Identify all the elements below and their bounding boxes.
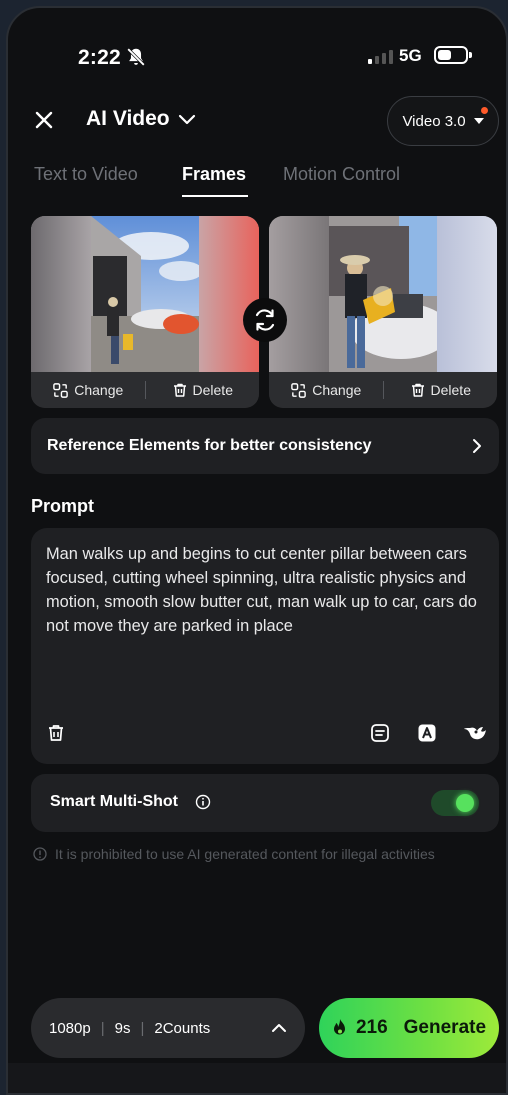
generate-button[interactable]: 216 Generate	[319, 998, 499, 1058]
refresh-icon	[255, 309, 275, 331]
bell-muted-icon	[127, 48, 145, 66]
active-tab-indicator	[182, 195, 248, 197]
model-label: Video 3.0	[402, 112, 466, 130]
notification-dot	[481, 107, 488, 114]
clear-prompt-icon[interactable]	[45, 722, 67, 744]
delete-label: Delete	[430, 382, 471, 398]
separator: |	[140, 1019, 145, 1037]
resolution-value: 1080p	[49, 1019, 91, 1037]
swap-image-icon	[291, 382, 307, 398]
deepseek-icon[interactable]	[462, 720, 488, 744]
start-frame-image	[31, 216, 259, 372]
delete-start-frame-button[interactable]: Delete	[146, 382, 260, 398]
status-bar: 2:22 5G	[8, 8, 506, 104]
smart-multishot-row: Smart Multi-Shot	[31, 774, 499, 832]
smart-multishot-label: Smart Multi-Shot	[50, 793, 178, 810]
chevron-right-icon	[473, 439, 481, 453]
flame-icon	[333, 1019, 345, 1035]
tab-bar: Text to Video Frames Motion Control	[8, 164, 506, 204]
end-frame-actions: Change Delete	[269, 372, 497, 408]
signal-icon	[368, 50, 393, 64]
swap-image-icon	[53, 382, 69, 398]
mode-selector[interactable]: AI Video	[86, 107, 196, 131]
prompt-input[interactable]: Man walks up and begins to cut center pi…	[31, 528, 499, 764]
change-start-frame-button[interactable]: Change	[31, 382, 145, 399]
prompt-heading: Prompt	[31, 496, 94, 516]
home-indicator-area	[8, 1063, 506, 1093]
toggle-knob	[456, 794, 474, 812]
swap-frames-button[interactable]	[243, 298, 287, 342]
separator: |	[100, 1019, 105, 1037]
tab-text-to-video[interactable]: Text to Video	[34, 164, 138, 185]
prompt-text[interactable]: Man walks up and begins to cut center pi…	[46, 542, 479, 638]
smart-multishot-toggle[interactable]	[431, 790, 479, 816]
trash-icon	[173, 383, 186, 397]
close-icon[interactable]	[30, 106, 58, 134]
status-time: 2:22	[78, 46, 121, 69]
usage-warning: It is prohibited to use AI generated con…	[33, 846, 435, 862]
page-title: AI Video	[86, 107, 170, 130]
counts-value: 2Counts	[154, 1019, 211, 1037]
start-frame-actions: Change Delete	[31, 372, 259, 408]
info-icon[interactable]	[195, 794, 211, 810]
delete-end-frame-button[interactable]: Delete	[384, 382, 498, 398]
end-frame-image	[269, 216, 497, 372]
delete-label: Delete	[192, 382, 233, 398]
warning-info-icon	[33, 847, 47, 861]
trash-icon	[411, 383, 424, 397]
change-label: Change	[312, 382, 362, 398]
start-frame[interactable]: Change Delete	[31, 216, 259, 408]
generate-label: Generate	[403, 1017, 487, 1038]
battery-icon	[434, 46, 472, 64]
ai-rewrite-icon[interactable]	[416, 722, 438, 744]
chevron-down-icon	[178, 114, 195, 125]
end-frame[interactable]: Change Delete	[269, 216, 497, 408]
phone-screen: 2:22 5G AI Video Video 3.0 Text to Video…	[6, 6, 508, 1095]
tab-frames[interactable]: Frames	[182, 164, 246, 185]
generation-settings-button[interactable]: 1080p | 9s | 2Counts	[31, 998, 305, 1058]
duration-value: 9s	[114, 1019, 131, 1037]
frames-section: Change Delete Change Delete	[31, 216, 499, 408]
warning-text: It is prohibited to use AI generated con…	[55, 846, 435, 862]
reference-elements-row[interactable]: Reference Elements for better consistenc…	[31, 418, 499, 474]
tab-motion-control[interactable]: Motion Control	[283, 164, 400, 185]
caret-down-icon	[473, 118, 484, 124]
credits-cost: 216	[355, 1017, 388, 1038]
saved-prompts-icon[interactable]	[369, 722, 391, 744]
chevron-up-icon	[272, 1024, 286, 1032]
reference-elements-label: Reference Elements for better consistenc…	[47, 437, 372, 454]
change-label: Change	[74, 382, 124, 398]
network-label: 5G	[399, 46, 422, 65]
app-header: AI Video Video 3.0	[8, 94, 506, 148]
model-selector[interactable]: Video 3.0	[387, 96, 499, 146]
change-end-frame-button[interactable]: Change	[269, 382, 383, 399]
